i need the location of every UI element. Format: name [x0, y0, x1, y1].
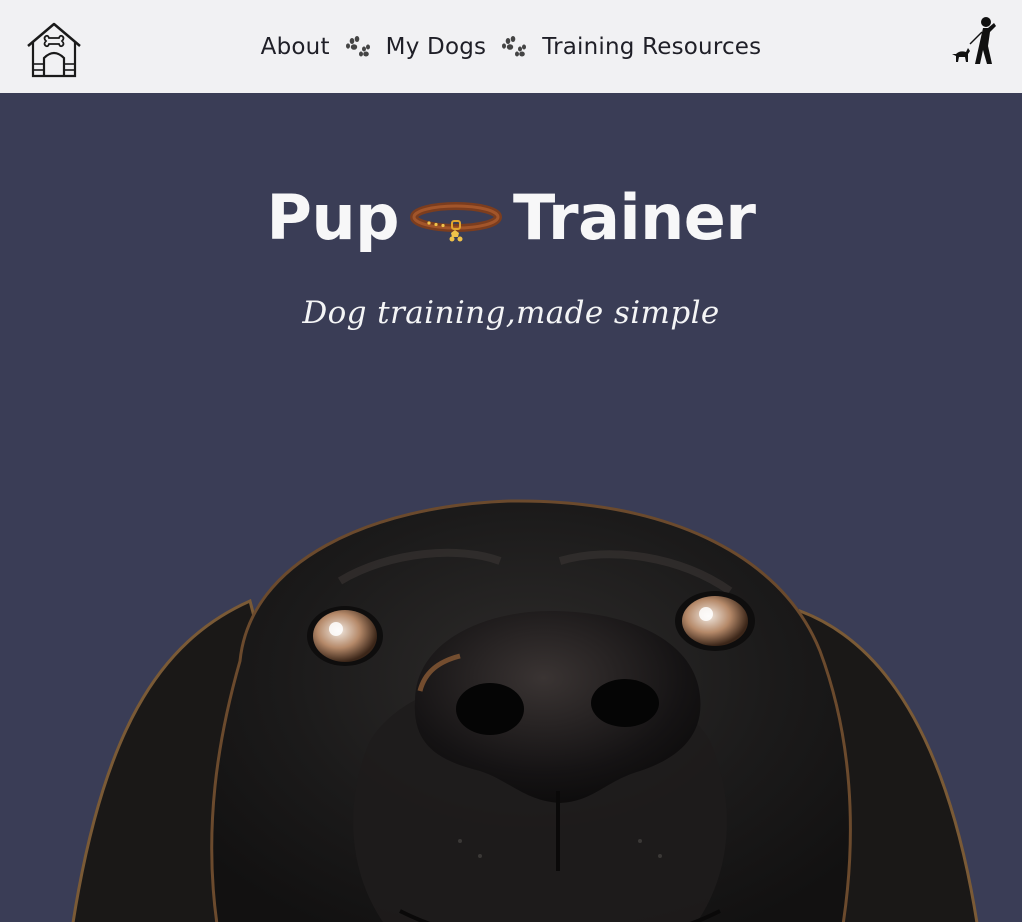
site-title: Pup Trainer: [0, 181, 1022, 254]
dog-walker-icon[interactable]: [946, 14, 1002, 70]
dog-collar-icon: [410, 201, 503, 241]
hero-section: Pup Trainer Dog training,made simple: [0, 93, 1022, 922]
main-nav: About My Dogs Training Resources: [0, 0, 1022, 93]
paw-print-icon: [345, 35, 370, 56]
top-navigation-bar: About My Dogs Training Resources: [0, 0, 1022, 93]
title-trainer: Trainer: [513, 181, 756, 254]
tagline: Dog training,made simple: [302, 295, 720, 331]
paw-print-icon: [502, 35, 527, 56]
nav-link-my-dogs[interactable]: My Dogs: [386, 34, 487, 60]
nav-link-training-resources[interactable]: Training Resources: [542, 34, 761, 60]
nav-link-about[interactable]: About: [261, 34, 330, 60]
labrador-image: [71, 499, 979, 922]
title-pup: Pup: [266, 181, 400, 254]
